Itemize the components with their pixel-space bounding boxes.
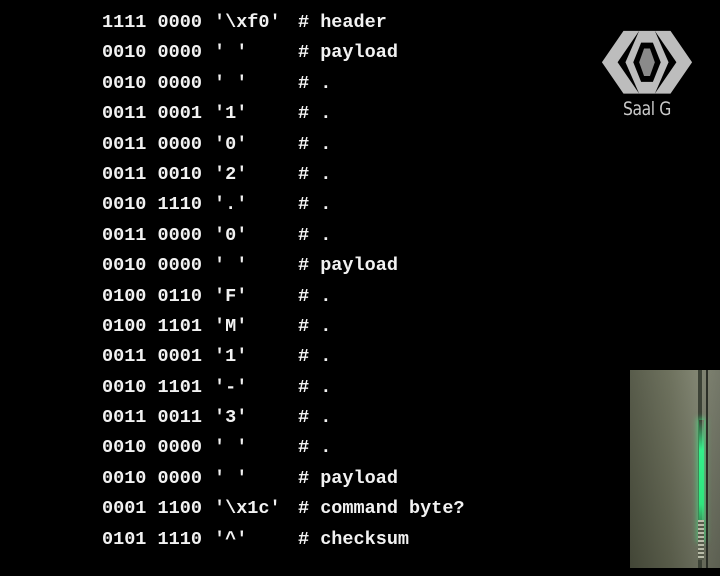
char-literal: ' ': [214, 467, 248, 489]
binary-value: 0011 0011: [102, 407, 202, 429]
line-comment: # .: [298, 346, 332, 368]
binary-value: 0010 0000: [102, 437, 202, 459]
binary-value: 0010 1110: [102, 194, 202, 216]
char-literal: '3': [214, 407, 248, 429]
code-line: 0100 1101 'M' # .: [102, 312, 465, 342]
code-line: 0011 0001 '1' # .: [102, 342, 465, 372]
line-comment: # command byte?: [298, 498, 465, 520]
code-line: 0001 1100 '\x1c' # command byte?: [102, 494, 465, 524]
line-comment: # checksum: [298, 528, 410, 550]
char-literal: '\xf0': [214, 12, 281, 33]
binary-value: 0100 0110: [102, 285, 202, 307]
char-literal: ' ': [214, 255, 248, 277]
char-literal: '0': [214, 133, 248, 155]
line-comment: # .: [298, 224, 332, 246]
char-literal: '.': [214, 194, 248, 216]
line-comment: # payload: [298, 255, 398, 277]
light-edge: [706, 370, 708, 568]
binary-value: 0011 0000: [102, 133, 202, 155]
binary-value: 1111 0000: [102, 12, 202, 33]
line-comment: # .: [298, 437, 332, 459]
code-line: 0010 0000 ' ' # .: [102, 69, 465, 99]
binary-value: 0010 0000: [102, 42, 202, 64]
char-literal: ' ': [214, 72, 248, 94]
char-literal: ' ': [214, 437, 248, 459]
code-line: 0011 0001 '1' # .: [102, 99, 465, 129]
line-comment: # .: [298, 103, 332, 125]
line-comment: # .: [298, 285, 332, 307]
binary-value: 0010 1101: [102, 376, 202, 398]
code-line: 0010 0000 ' ' # payload: [102, 464, 465, 494]
char-literal: '^': [214, 528, 248, 550]
line-comment: # .: [298, 407, 332, 429]
binary-value: 0011 0010: [102, 163, 202, 185]
camera-inset: [630, 370, 720, 568]
slide-screen: 1111 0000 '\xf0' # header 0010 0000 ' ' # pay…: [0, 0, 720, 576]
code-line: 0011 0010 '2' # .: [102, 160, 465, 190]
char-literal: '0': [214, 224, 248, 246]
binary-value: 0001 1100: [102, 498, 202, 520]
code-line: 0010 0000 ' ' # payload: [102, 251, 465, 281]
code-line: 0010 0000 ' ' # .: [102, 433, 465, 463]
binary-value: 0100 1101: [102, 315, 202, 337]
code-line: 0010 1101 '-' # .: [102, 373, 465, 403]
code-line: 0011 0011 '3' # .: [102, 403, 465, 433]
binary-value: 0101 1110: [102, 528, 202, 550]
code-line: 0101 1110 '^' # checksum: [102, 525, 465, 555]
line-comment: # .: [298, 133, 332, 155]
logo-label: Saal G: [623, 98, 671, 120]
binary-value: 0010 0000: [102, 255, 202, 277]
line-comment: # .: [298, 194, 332, 216]
line-comment: # header: [298, 12, 387, 33]
code-line: 1111 0000 '\xf0' # header: [102, 8, 465, 38]
code-line: 0010 0000 ' ' # payload: [102, 38, 465, 68]
code-line: 0010 1110 '.' # .: [102, 190, 465, 220]
code-line: 0100 0110 'F' # .: [102, 282, 465, 312]
code-line: 0011 0000 '0' # .: [102, 130, 465, 160]
char-literal: '2': [214, 163, 248, 185]
line-comment: # payload: [298, 42, 398, 64]
char-literal: '\x1c': [214, 498, 281, 520]
code-line: 0011 0000 '0' # .: [102, 221, 465, 251]
binary-value: 0010 0000: [102, 467, 202, 489]
char-literal: '1': [214, 103, 248, 125]
line-comment: # .: [298, 72, 332, 94]
binary-value: 0010 0000: [102, 72, 202, 94]
char-literal: ' ': [214, 42, 248, 64]
binary-value: 0011 0001: [102, 346, 202, 368]
line-comment: # .: [298, 376, 332, 398]
code-listing: 1111 0000 '\xf0' # header 0010 0000 ' ' # pay…: [102, 8, 465, 555]
line-comment: # .: [298, 163, 332, 185]
char-literal: '1': [214, 346, 248, 368]
line-comment: # .: [298, 315, 332, 337]
char-literal: 'F': [214, 285, 248, 307]
scale-ticks: [698, 520, 704, 560]
line-comment: # payload: [298, 467, 398, 489]
binary-value: 0011 0000: [102, 224, 202, 246]
char-literal: '-': [214, 376, 248, 398]
char-literal: 'M': [214, 315, 248, 337]
binary-value: 0011 0001: [102, 103, 202, 125]
